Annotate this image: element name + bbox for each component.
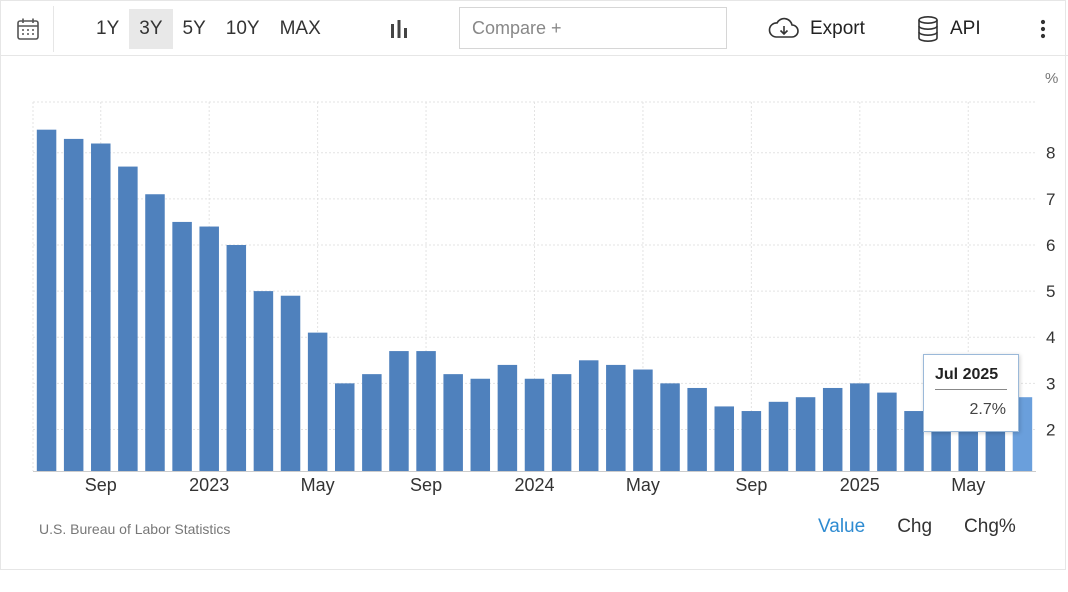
compare-input[interactable] xyxy=(459,7,727,49)
vertical-dots-icon xyxy=(1040,19,1046,39)
bar[interactable] xyxy=(307,332,328,471)
bar[interactable] xyxy=(226,244,247,471)
tab-value[interactable]: Value xyxy=(818,516,865,538)
x-tick-label: May xyxy=(301,475,335,495)
tab-chg-percent[interactable]: Chg% xyxy=(964,516,1016,538)
bar[interactable] xyxy=(362,374,382,471)
range-max-button[interactable]: MAX xyxy=(270,9,331,49)
calendar-icon xyxy=(16,18,39,40)
bar[interactable] xyxy=(91,143,111,471)
bar[interactable] xyxy=(578,360,599,471)
bar[interactable] xyxy=(633,369,653,471)
chart-tooltip: Jul 2025 2.7% xyxy=(923,354,1019,432)
bar[interactable] xyxy=(714,406,735,471)
bar[interactable] xyxy=(199,226,219,471)
x-tick-label: May xyxy=(951,475,985,495)
export-label: Export xyxy=(810,18,865,39)
y-tick-label: 3 xyxy=(1046,374,1055,393)
time-range-selector: 1Y 3Y 5Y 10Y MAX xyxy=(86,9,331,49)
bar[interactable] xyxy=(524,378,545,471)
bar-chart-icon xyxy=(391,20,407,38)
bar[interactable] xyxy=(768,401,789,471)
x-tick-label: 2023 xyxy=(189,475,229,495)
bar[interactable] xyxy=(660,383,680,471)
x-tick-label: Sep xyxy=(410,475,442,495)
bar[interactable] xyxy=(36,129,57,472)
export-button[interactable]: Export xyxy=(768,10,865,48)
range-1y-button[interactable]: 1Y xyxy=(86,9,129,49)
x-tick-label: Sep xyxy=(735,475,767,495)
y-tick-label: 4 xyxy=(1046,328,1055,347)
bar[interactable] xyxy=(551,374,572,471)
bar[interactable] xyxy=(280,295,301,471)
x-tick-label: Sep xyxy=(85,475,117,495)
api-button[interactable]: API xyxy=(916,10,981,48)
x-tick-label: 2024 xyxy=(514,475,554,495)
database-icon xyxy=(918,15,938,42)
bar[interactable] xyxy=(416,351,436,471)
bar[interactable] xyxy=(172,221,192,471)
bar[interactable] xyxy=(470,378,491,471)
bar[interactable] xyxy=(334,383,355,471)
y-tick-label: 2 xyxy=(1046,420,1055,439)
y-tick-label: 6 xyxy=(1046,236,1055,255)
bar[interactable] xyxy=(389,351,409,471)
y-tick-label: 5 xyxy=(1046,282,1055,301)
tooltip-date: Jul 2025 xyxy=(935,366,1007,390)
tab-chg[interactable]: Chg xyxy=(897,516,932,538)
bar[interactable] xyxy=(741,411,762,471)
x-tick-label: May xyxy=(626,475,660,495)
tooltip-value: 2.7% xyxy=(969,401,1006,418)
bar[interactable] xyxy=(497,364,518,471)
range-10y-button[interactable]: 10Y xyxy=(216,9,270,49)
bar[interactable] xyxy=(118,166,138,471)
y-tick-label: 8 xyxy=(1046,144,1055,163)
bar[interactable] xyxy=(606,364,626,471)
toolbar: 1Y 3Y 5Y 10Y MAX Export API xyxy=(0,0,1068,56)
bar[interactable] xyxy=(687,387,707,471)
api-label: API xyxy=(950,18,981,39)
bar[interactable] xyxy=(822,387,843,471)
bar[interactable] xyxy=(904,411,924,471)
bar[interactable] xyxy=(795,397,816,471)
y-axis-unit: % xyxy=(1045,70,1058,87)
data-source: U.S. Bureau of Labor Statistics xyxy=(39,521,231,537)
more-options-button[interactable] xyxy=(1030,12,1056,46)
calendar-button[interactable] xyxy=(2,6,54,52)
view-tabs: Value Chg Chg% xyxy=(818,516,1048,538)
range-3y-button[interactable]: 3Y xyxy=(129,9,173,49)
cloud-download-icon xyxy=(768,17,799,38)
bar[interactable] xyxy=(443,374,463,471)
bar[interactable] xyxy=(877,392,897,471)
y-tick-label: 7 xyxy=(1046,190,1055,209)
bar[interactable] xyxy=(145,194,165,471)
range-5y-button[interactable]: 5Y xyxy=(173,9,216,49)
bar-chart: Sep 2023 May Sep 2024 May Sep 2025 May 2 3 4 5 6 7 8% xyxy=(32,70,1058,495)
chart-type-button[interactable] xyxy=(385,14,413,44)
bar[interactable] xyxy=(253,291,274,471)
bar[interactable] xyxy=(63,138,84,471)
x-tick-label: 2025 xyxy=(840,475,880,495)
bar[interactable] xyxy=(850,383,870,471)
